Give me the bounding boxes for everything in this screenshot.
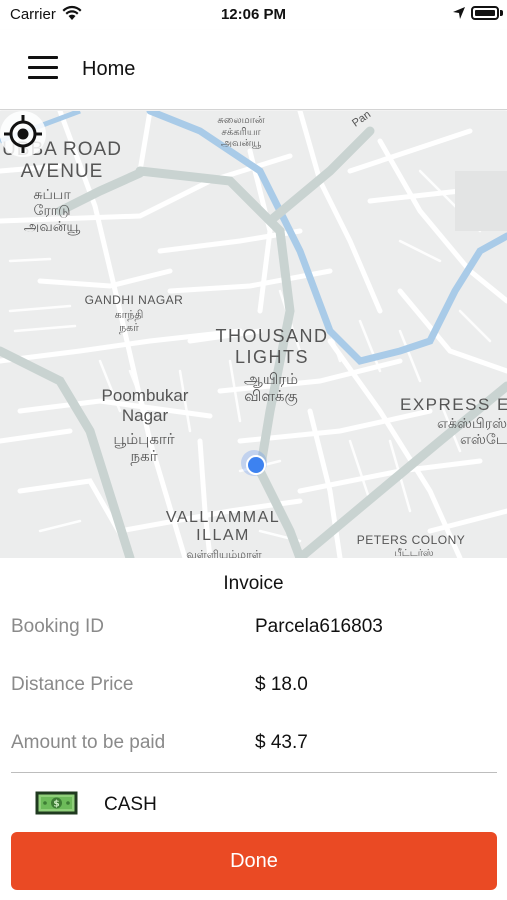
distance-price-label: Distance Price — [11, 674, 134, 695]
invoice-panel: Invoice Booking ID Parcela616803 Distanc… — [0, 558, 507, 900]
page-title: Home — [82, 58, 136, 80]
status-time: 12:06 PM — [220, 6, 287, 23]
status-bar: Carrier 12:06 PM — [0, 0, 507, 30]
nav-bar: Home — [0, 30, 507, 110]
map-label-peters-colony: PETERS COLONY — [356, 533, 466, 547]
hamburger-menu-icon[interactable] — [28, 56, 58, 80]
booking-id-value: Parcela616803 — [255, 616, 383, 637]
map-label-gandhi-nagar: GANDHI NAGAR — [84, 293, 184, 307]
map-label-peters-colony-ta: பீட்டர்ஸ் — [394, 548, 434, 558]
map-label-top-ta: சுலைமான் சக்கரியா அவன்யூ — [217, 115, 265, 149]
location-arrow-icon — [453, 7, 465, 19]
map-view[interactable]: UBBA ROAD AVENUE சுப்பா ரோடு அவன்யூ சுலை… — [0, 111, 507, 558]
map-label-thousand-lights-ta: ஆயிரம் விளக்கு — [243, 371, 299, 406]
map-label-express: EXPRESS E — [400, 395, 507, 414]
invoice-title: Invoice — [223, 573, 284, 594]
amount-to-pay-label: Amount to be paid — [11, 732, 166, 753]
current-location-marker — [241, 450, 267, 476]
recenter-target-icon[interactable] — [0, 111, 46, 157]
map-label-poombukar-ta: பூம்புகார் நகர் — [113, 431, 175, 466]
battery-icon — [471, 6, 499, 20]
amount-to-pay-value: $ 43.7 — [255, 732, 308, 753]
done-button[interactable]: Done — [11, 832, 497, 890]
battery-nub — [500, 10, 503, 16]
map-label-valliammal: VALLIAMMAL ILLAM — [165, 509, 281, 545]
map-label-poombukar: Poombukar Nagar — [101, 386, 189, 425]
svg-text:$: $ — [53, 800, 59, 810]
map-label-valliammal-ta: வள்ளியம்மாள் — [186, 549, 262, 558]
map-label-thousand-lights: THOUSAND LIGHTS — [215, 326, 329, 367]
cash-icon: $ — [35, 791, 78, 815]
distance-price-value: $ 18.0 — [255, 674, 308, 695]
map-label-gandhi-nagar-ta: காந்தி நகர் — [114, 309, 144, 334]
payment-method-label: CASH — [104, 794, 157, 815]
divider — [11, 772, 497, 773]
booking-id-label: Booking ID — [11, 616, 104, 637]
map-label-express-ta: எக்ஸ்பிரஸ் எஸ்டே — [437, 415, 507, 448]
map-label-subba-road-ta: சுப்பா ரோடு அவன்யூ — [23, 186, 81, 235]
